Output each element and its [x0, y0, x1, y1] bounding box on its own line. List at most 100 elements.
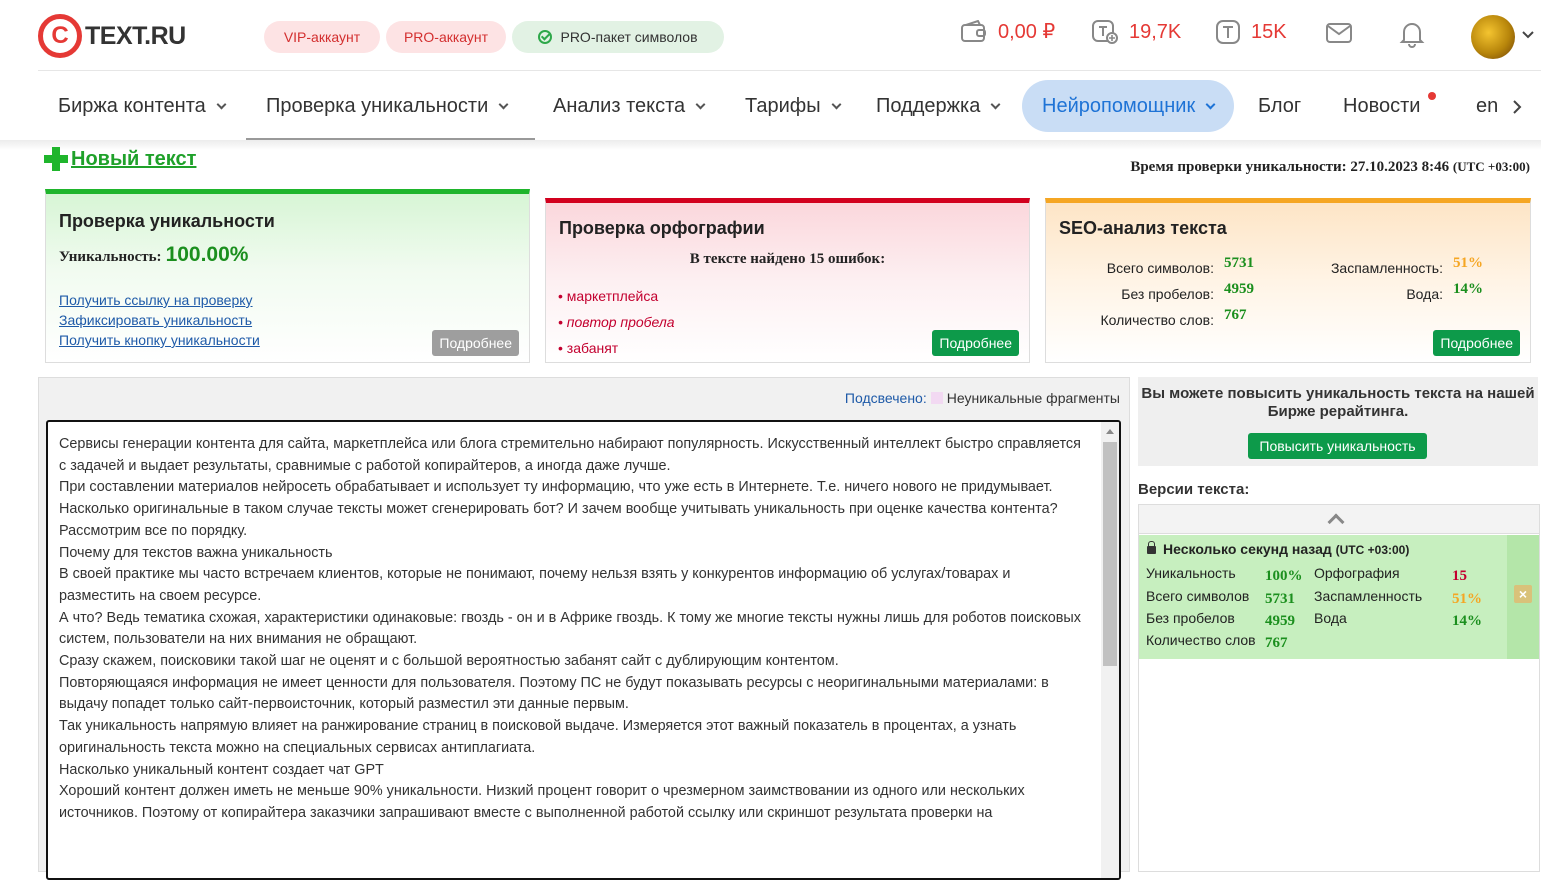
- version-item[interactable]: Несколько секунд назад (UTC +03:00) Уник…: [1139, 535, 1539, 659]
- logo-mark: C: [38, 14, 82, 58]
- nav-label: Проверка уникальности: [266, 95, 489, 117]
- versions-panel: Несколько секунд назад (UTC +03:00) Уник…: [1138, 504, 1540, 872]
- version-uniq-label: Уникальность: [1146, 565, 1236, 581]
- nav-item-content-exchange[interactable]: Биржа контента: [58, 80, 227, 132]
- nav-item-support[interactable]: Поддержка: [876, 80, 1001, 132]
- get-check-link[interactable]: Получить ссылку на проверку: [59, 290, 260, 310]
- chevron-right-icon[interactable]: [1512, 100, 1522, 114]
- nav-label: Поддержка: [876, 95, 981, 117]
- close-icon[interactable]: ×: [1514, 585, 1532, 603]
- tokens-balance[interactable]: 15K: [1215, 19, 1287, 45]
- seo-words-value: 767: [1224, 307, 1247, 323]
- nav-label: Новости: [1343, 95, 1421, 117]
- spelling-errors: маркетплейса повтор пробела забанят: [558, 283, 675, 361]
- version-tz: (UTC +03:00): [1335, 543, 1410, 557]
- text-paragraph: При составлении материалов нейросеть обр…: [59, 479, 1053, 496]
- nav-item-language[interactable]: en: [1476, 80, 1498, 132]
- get-uniqueness-button-link[interactable]: Получить кнопку уникальности: [59, 330, 260, 350]
- text-paragraph: Повторяющаяся информация не имеет ценнос…: [59, 674, 1049, 713]
- text-content[interactable]: Сервисы генерации контента для сайта, ма…: [59, 434, 1089, 825]
- seo-card: SEO-анализ текста Всего символов: 5731 Бе…: [1045, 198, 1531, 363]
- chars-balance[interactable]: 19,7K: [1091, 19, 1181, 45]
- check-circle-icon: [538, 30, 553, 44]
- pro-account-badge[interactable]: PRO-аккаунт: [386, 21, 506, 53]
- spelling-subtitle: В тексте найдено 15 ошибок:: [689, 251, 886, 267]
- spelling-error-item[interactable]: маркетплейса: [558, 283, 675, 309]
- nav-item-uniqueness-check[interactable]: Проверка уникальности: [266, 80, 509, 132]
- highlight-label: Подсвечено:: [844, 390, 927, 406]
- nav-item-tariffs[interactable]: Тарифы: [745, 80, 842, 132]
- version-water-label: Вода: [1314, 610, 1347, 626]
- spelling-error-item[interactable]: повтор пробела: [558, 309, 675, 335]
- seo-spam-label: Заспамленность:: [1330, 260, 1443, 276]
- nav-label: Анализ текста: [553, 95, 686, 117]
- main-nav: Биржа контента Проверка уникальности Ана…: [0, 71, 1541, 141]
- bell-icon[interactable]: [1399, 20, 1425, 48]
- nav-shadow: [0, 140, 1541, 150]
- text-paragraph: Сервисы генерации контента для сайта, ма…: [59, 436, 1081, 474]
- chevron-down-icon: [216, 99, 227, 110]
- version-time: Несколько секунд назад: [1163, 541, 1332, 557]
- nav-label: Тарифы: [745, 95, 821, 117]
- check-time: Время проверки уникальности: 27.10.2023 …: [1130, 159, 1530, 176]
- spelling-more-button[interactable]: Подробнее: [932, 330, 1019, 356]
- chevron-down-icon[interactable]: [1522, 30, 1534, 40]
- spelling-title: Проверка орфографии: [559, 218, 765, 238]
- uniqueness-card: Проверка уникальности Уникальность: 100.0…: [45, 189, 530, 363]
- check-time-label: Время проверки уникальности: 27.10.2023 …: [1130, 159, 1450, 175]
- pro-package-label: PRO-пакет символов: [560, 29, 698, 45]
- seo-more-button[interactable]: Подробнее: [1433, 330, 1520, 356]
- text-paragraph: Сразу скажем, поисковики такой шаг не оц…: [59, 653, 839, 670]
- fix-uniqueness-link[interactable]: Зафиксировать уникальность: [59, 310, 260, 330]
- seo-spam-value: 51%: [1453, 255, 1483, 271]
- seo-total-value: 5731: [1224, 255, 1254, 271]
- spelling-error-item[interactable]: забанят: [558, 335, 675, 361]
- text-editor[interactable]: Сервисы генерации контента для сайта, ма…: [46, 420, 1121, 880]
- top-header: C TEXT.RU VIP-аккаунт PRO-аккаунт PRO-па…: [0, 0, 1541, 70]
- versions-title: Версии текста:: [1138, 481, 1250, 498]
- add-chars-icon: [1092, 20, 1118, 44]
- text-paragraph: Так уникальность напрямую влияет на ранж…: [59, 718, 1017, 756]
- chars-amount: 19,7K: [1129, 20, 1182, 43]
- nav-label: Биржа контента: [58, 95, 206, 117]
- text-paragraph: Рассмотрим все по порядку.: [59, 522, 248, 539]
- nav-item-neuro-assistant[interactable]: Нейропомощник: [1022, 80, 1235, 132]
- wallet-balance[interactable]: 0,00 ₽: [960, 19, 1055, 44]
- avatar[interactable]: [1471, 15, 1515, 59]
- nav-item-blog[interactable]: Блог: [1258, 80, 1301, 132]
- vip-account-badge[interactable]: VIP-аккаунт: [264, 21, 380, 53]
- version-words-value: 767: [1265, 635, 1288, 651]
- raise-uniqueness-button[interactable]: Повысить уникальность: [1248, 433, 1427, 459]
- nav-label: Блог: [1258, 95, 1302, 117]
- logo[interactable]: C TEXT.RU: [38, 14, 186, 58]
- version-spam-label: Заспамленность: [1314, 588, 1423, 604]
- text-paragraph: Хороший контент должен иметь не меньше 9…: [59, 783, 1025, 821]
- mail-icon[interactable]: [1325, 20, 1353, 46]
- chevron-down-icon: [498, 99, 509, 110]
- scroll-thumb[interactable]: [1103, 442, 1117, 666]
- version-header: Несколько секунд назад (UTC +03:00): [1147, 541, 1409, 557]
- logo-mark-letter: C: [51, 22, 69, 49]
- nav-item-news[interactable]: Новости: [1343, 80, 1420, 132]
- plus-icon[interactable]: [44, 147, 68, 171]
- version-nospace-value: 4959: [1265, 613, 1295, 629]
- pro-package-badge[interactable]: PRO-пакет символов: [512, 21, 724, 53]
- highlight-legend: Подсвечено: Неуникальные фрагменты: [845, 390, 1120, 406]
- tokens-amount: 15K: [1251, 20, 1287, 43]
- seo-nospace-label: Без пробелов:: [1121, 286, 1214, 302]
- new-text-link[interactable]: Новый текст: [71, 148, 196, 171]
- version-words-label: Количество слов: [1146, 632, 1256, 648]
- uniqueness-title: Проверка уникальности: [59, 211, 275, 231]
- scroll-up-arrow-icon[interactable]: [1106, 429, 1114, 434]
- version-uniq-value: 100%: [1265, 568, 1303, 584]
- versions-scroll-up[interactable]: [1139, 505, 1539, 534]
- highlight-swatch: [930, 392, 943, 404]
- editor-scrollbar[interactable]: [1101, 422, 1119, 878]
- highlight-legend-text: Неуникальные фрагменты: [946, 390, 1120, 406]
- uniqueness-more-button[interactable]: Подробнее: [432, 330, 519, 356]
- lock-icon: [1147, 541, 1156, 554]
- wallet-icon: [961, 19, 986, 42]
- nav-item-text-analysis[interactable]: Анализ текста: [553, 80, 706, 132]
- version-total-label: Всего символов: [1146, 588, 1250, 604]
- uniqueness-value: 100.00%: [165, 243, 249, 266]
